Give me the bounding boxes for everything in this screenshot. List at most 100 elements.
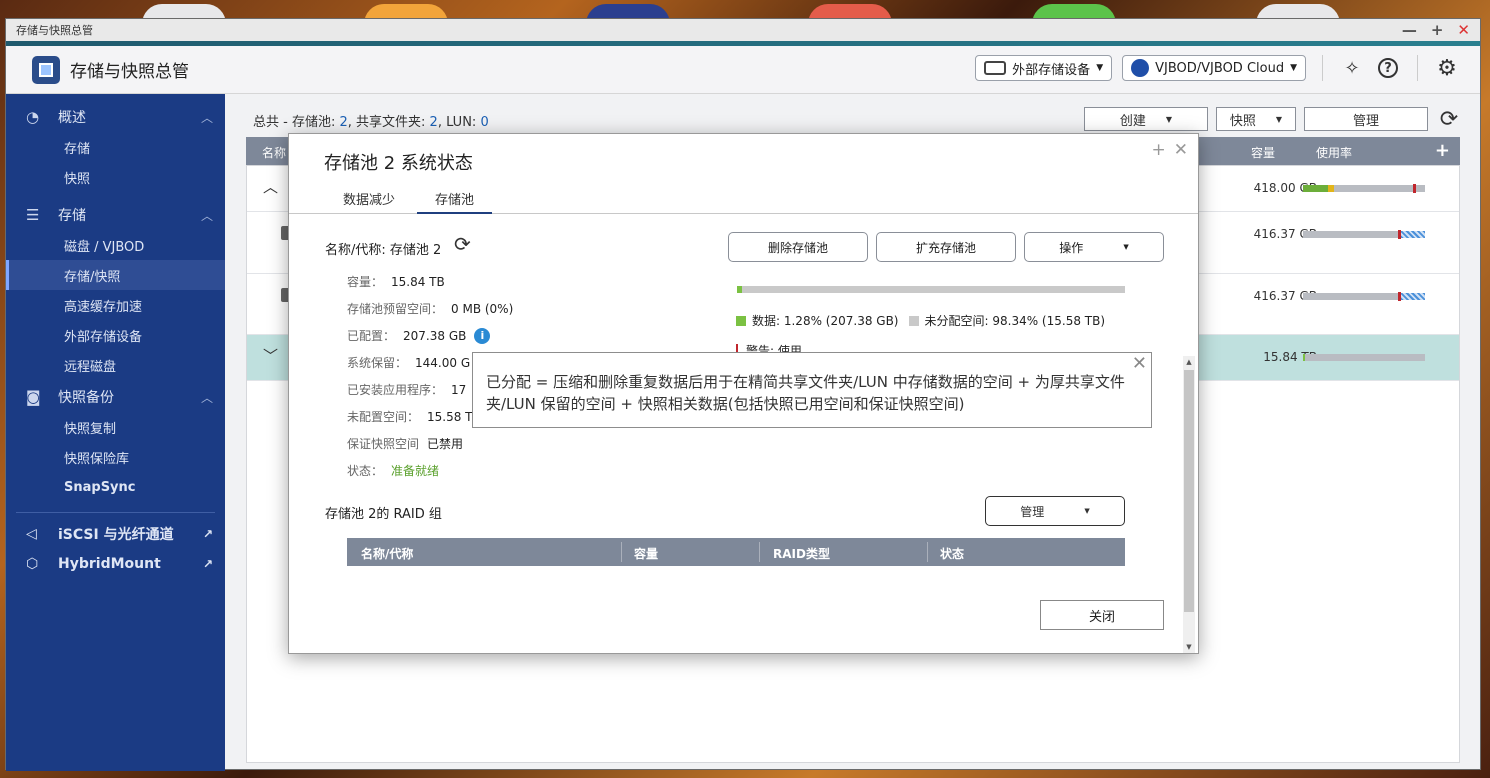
create-button[interactable]: 创建 ▼ (1084, 107, 1208, 131)
close-icon[interactable]: ✕ (1174, 140, 1188, 160)
usage-bar (1303, 184, 1425, 193)
divider (1322, 55, 1323, 81)
info-label: 保证快照空间 (347, 437, 420, 451)
sidebar-group-label: 概述 (58, 110, 86, 126)
raid-group-title: 存储池 2的 RAID 组 (325, 507, 442, 522)
col-name[interactable]: 名称 (262, 144, 286, 161)
raid-manage-dropdown[interactable]: 管理 ▼ (985, 496, 1125, 526)
scroll-down-icon[interactable]: ▼ (1183, 643, 1195, 651)
refresh-icon[interactable]: ⟳ (454, 232, 471, 256)
info-label: 存储池预留空间： (347, 302, 444, 316)
info-label: 容量： (347, 275, 384, 289)
sidebar-group-overview[interactable]: ◔ 概述 ︿ (6, 102, 225, 132)
expand-pool-button[interactable]: 扩充存储池 (876, 232, 1016, 262)
summary-line: 总共 - 存储池: 2, 共享文件夹: 2, LUN: 0 (253, 111, 489, 130)
chevron-up-icon: ︿ (200, 208, 213, 223)
database-icon: ☰ (26, 206, 40, 224)
info-value: 已禁用 (427, 437, 464, 451)
chevron-down-icon[interactable]: ﹀ (263, 345, 278, 366)
refresh-icon[interactable]: ⟳ (1436, 106, 1462, 132)
info-icon[interactable]: i (474, 327, 491, 344)
usage-fill (1303, 185, 1334, 192)
sidebar-item-storage-snapshots[interactable]: 存储/快照 (6, 260, 225, 290)
sidebar-item-disks[interactable]: 磁盘 / VJBOD (6, 230, 225, 260)
col-usage[interactable]: 使用率 (1316, 144, 1352, 161)
pool-name: 名称/代称: 存储池 2 (325, 243, 442, 258)
create-label: 创建 (1119, 113, 1146, 129)
dashboard-icon: ◔ (26, 108, 40, 126)
sidebar-group-storage[interactable]: ☰ 存储 ︿ (6, 200, 225, 230)
raid-col-capacity[interactable]: 容量 (634, 545, 658, 562)
raid-manage-label: 管理 (1020, 504, 1045, 519)
maximize-icon[interactable]: + (1431, 21, 1444, 39)
tooltip-text: 已分配 = 压缩和删除重复数据后用于在精简共享文件夹/LUN 中存储数据的空间 … (486, 373, 1125, 413)
sidebar-item-snapshot-vault[interactable]: 快照保险库 (6, 442, 225, 472)
legend-unallocated: 未分配空间: 98.34% (15.58 TB) (908, 312, 1105, 329)
info-value: 15.58 T (427, 409, 473, 424)
info-label: 未配置空间： (347, 410, 420, 424)
external-storage-label: 外部存储设备 (1012, 62, 1091, 78)
help-icon[interactable]: ? (1375, 55, 1401, 81)
actions-dropdown[interactable]: 操作 ▼ (1024, 232, 1164, 262)
tab-storage-pool[interactable]: 存储池 (417, 189, 493, 214)
info-capacity: 容量： 15.84 TB (347, 268, 513, 295)
scrollbar-thumb[interactable] (1184, 370, 1194, 612)
sidebar-item-snapshot-replica[interactable]: 快照复制 (6, 412, 225, 442)
sidebar-item-cache[interactable]: 高速缓存加速 (6, 290, 225, 320)
raid-col-name[interactable]: 名称/代称 (361, 545, 413, 562)
minimize-icon[interactable]: — (1402, 21, 1417, 39)
actions-label: 操作 (1059, 240, 1084, 255)
sidebar-item-snapsync[interactable]: SnapSync (6, 472, 225, 502)
caret-down-icon: ▼ (1123, 243, 1129, 251)
snapshot-button[interactable]: 快照 ▼ (1216, 107, 1296, 131)
usage-hatch (1401, 293, 1425, 300)
summary-prefix: 总共 - 存储池: (253, 115, 340, 130)
manage-button[interactable]: 管理 (1304, 107, 1428, 131)
close-window-icon[interactable]: ✕ (1457, 21, 1470, 39)
usage-hatch (1401, 231, 1425, 238)
gear-icon[interactable]: ⚙ (1434, 55, 1460, 81)
sidebar-item-external-storage[interactable]: 外部存储设备 (6, 320, 225, 350)
diagnostic-icon[interactable]: ✧ (1339, 55, 1365, 81)
chevron-up-icon: ︿ (200, 390, 213, 405)
raid-table-header: 名称/代称 容量 RAID类型 状态 (347, 538, 1125, 566)
sidebar-item-overview-snapshot[interactable]: 快照 (6, 162, 225, 192)
sidebar-group-snapshot-backup[interactable]: ◙ 快照备份 ︿ (6, 382, 225, 412)
info-snapshot-guarantee: 保证快照空间 已禁用 (347, 430, 513, 457)
window-titlebar[interactable]: 存储与快照总管 — + ✕ (6, 19, 1480, 41)
info-value: 144.00 G (415, 355, 471, 370)
external-storage-dropdown[interactable]: 外部存储设备 ▼ (975, 55, 1113, 81)
allocated-tooltip: ✕ 已分配 = 压缩和删除重复数据后用于在精简共享文件夹/LUN 中存储数据的空… (472, 352, 1152, 428)
close-icon[interactable]: ✕ (1132, 353, 1147, 375)
backup-icon: ◙ (26, 388, 41, 406)
tab-data-reduction[interactable]: 数据减少 (343, 189, 395, 214)
usage-bar (1303, 292, 1425, 301)
sidebar-item-hybridmount[interactable]: ⬡ HybridMount ↗ (6, 549, 225, 579)
raid-col-raid-type[interactable]: RAID类型 (773, 545, 830, 562)
app-header: 存储与快照总管 外部存储设备 ▼ VJBOD/VJBOD Cloud ▼ ✧ ?… (6, 46, 1480, 94)
capacity-legend: 数据: 1.28% (207.38 GB) 未分配空间: 98.34% (15.… (736, 312, 1105, 329)
status-value: 准备就绪 (391, 464, 440, 478)
dialog-title: 存储池 2 系统状态 (324, 153, 473, 174)
sidebar-item-overview-storage[interactable]: 存储 (6, 132, 225, 162)
sidebar-item-remote-disk[interactable]: 远程磁盘 (6, 350, 225, 380)
manage-label: 管理 (1352, 113, 1379, 129)
vjbod-dropdown[interactable]: VJBOD/VJBOD Cloud ▼ (1122, 55, 1306, 81)
scroll-up-icon[interactable]: ▲ (1183, 358, 1195, 366)
dialog-scrollbar[interactable]: ▲ ▼ (1183, 356, 1195, 653)
chevron-up-icon[interactable]: ︿ (263, 176, 278, 197)
chevron-down-icon: ▼ (1290, 63, 1297, 73)
add-column-icon[interactable]: + (1435, 140, 1450, 161)
close-button[interactable]: 关闭 (1040, 600, 1164, 630)
raid-col-status[interactable]: 状态 (940, 545, 964, 562)
external-link-icon: ↗ (202, 557, 213, 571)
delete-pool-button[interactable]: 删除存储池 (728, 232, 868, 262)
legend-data-text: 数据: 1.28% (207.38 GB) (752, 314, 899, 328)
sidebar-item-iscsi[interactable]: ◁ iSCSI 与光纤通道 ↗ (6, 519, 225, 549)
legend-data: 数据: 1.28% (207.38 GB) (736, 312, 899, 329)
maximize-icon[interactable]: + (1152, 140, 1166, 160)
usage-bar (1303, 354, 1425, 361)
caret-down-icon: ▼ (1275, 114, 1283, 124)
dialog-tabs: 数据减少 存储池 (289, 186, 1198, 214)
col-capacity[interactable]: 容量 (1251, 144, 1275, 161)
